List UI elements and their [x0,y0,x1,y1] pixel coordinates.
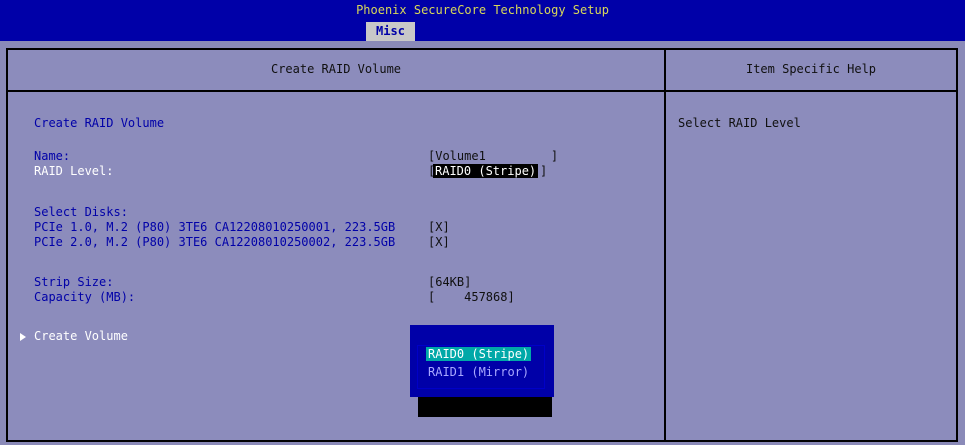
strip-size-field[interactable]: [64KB] [428,275,471,289]
create-volume-item[interactable]: Create Volume [34,329,128,343]
raid-level-bracket-close: ] [540,164,548,178]
popup-option-raid0[interactable]: RAID0 (Stripe) [426,347,532,361]
tab-misc[interactable]: Misc [366,22,415,41]
window-title: Phoenix SecureCore Technology Setup [356,3,609,17]
column-divider [664,50,666,440]
disk-2-label: PCIe 2.0, M.2 (P80) 3TE6 CA1220801025000… [34,235,396,249]
disk-1-checkbox[interactable]: [X] [428,220,450,234]
popup-options-frame: RAID0 (Stripe) RAID1 (Mirror) [417,345,545,389]
select-disks-label: Select Disks: [34,205,128,219]
help-column-header: Item Specific Help [745,62,877,76]
raid-level-label: RAID Level: [34,164,114,178]
name-field[interactable]: [Volume1 ] [428,149,558,163]
popup-option-raid1[interactable]: RAID1 (Mirror) [426,365,531,379]
disk-2-checkbox[interactable]: [X] [428,235,450,249]
menu-tab-bar [0,22,965,41]
raid-level-field[interactable]: RAID0 (Stripe) [433,164,539,178]
raid-level-popup: RAID0 (Stripe) RAID1 (Mirror) [410,325,554,397]
capacity-label: Capacity (MB): [34,290,136,304]
disk-1-label: PCIe 1.0, M.2 (P80) 3TE6 CA1220801025000… [34,220,396,234]
section-title: Create RAID Volume [34,116,165,130]
main-column-header: Create RAID Volume [270,62,402,76]
window-title-bar: Phoenix SecureCore Technology Setup [0,0,965,22]
strip-size-label: Strip Size: [34,275,114,289]
help-text: Select RAID Level [678,116,801,130]
capacity-field: [ 457868] [428,290,515,304]
triangle-right-icon [20,333,26,341]
header-divider [8,90,956,92]
name-label: Name: [34,149,71,163]
